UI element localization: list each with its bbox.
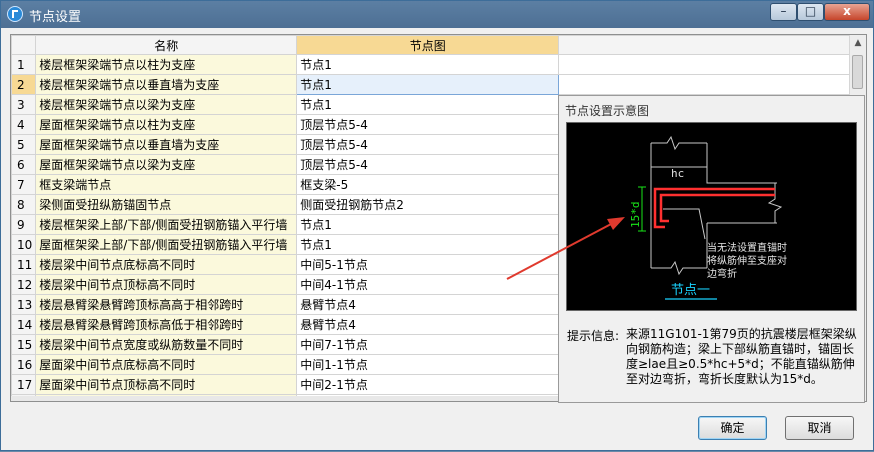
close-button[interactable]: x <box>824 3 870 21</box>
row-number: 8 <box>11 194 37 215</box>
row-node[interactable]: 中间7-1节点 <box>296 334 560 355</box>
row-name: 楼层框架梁端节点以梁为支座 <box>35 94 298 115</box>
row-name: 楼层框架梁端节点以柱为支座 <box>35 54 298 75</box>
window-title: 节点设置 <box>29 10 82 25</box>
row-number: 2 <box>11 74 37 95</box>
row-name: 屋面框架梁端节点以梁为支座 <box>35 154 298 175</box>
row-name: 屋面梁中间节点顶标高不同时 <box>35 374 298 395</box>
node-preview-panel: 节点设置示意图 hc 15*d 当无法设置直锚时 将纵筋伸至支座对 边弯折 节点… <box>558 95 865 403</box>
break-line-bottom <box>651 260 707 276</box>
row-number: 17 <box>11 374 37 395</box>
row-node[interactable]: 中间1-1节点 <box>296 354 560 375</box>
row-name: 楼层框架梁上部/下部/侧面受扭钢筋锚入平行墙 <box>35 214 298 235</box>
row-name: 屋面框架梁端节点以柱为支座 <box>35 114 298 135</box>
row-number: 12 <box>11 274 37 295</box>
row-node[interactable]: 节点1 <box>296 234 560 255</box>
row-number: 7 <box>11 174 37 195</box>
bottom-rebar <box>659 193 775 223</box>
row-name: 屋面框架梁端节点以垂直墙为支座 <box>35 134 298 155</box>
row-number: 15 <box>11 334 37 355</box>
row-name: 楼层梁中间节点顶标高不同时 <box>35 274 298 295</box>
row-name: 楼层框架梁端节点以垂直墙为支座 <box>35 74 298 95</box>
minimize-button[interactable]: – <box>770 3 797 21</box>
table-header-row: 名称 节点图 <box>11 35 853 55</box>
empty-column-header <box>558 35 853 55</box>
row-number: 1 <box>11 54 37 75</box>
row-node[interactable]: 侧面受扭钢筋节点2 <box>296 194 560 215</box>
row-blank <box>558 74 853 95</box>
row-node[interactable]: 中间5-1节点 <box>296 254 560 275</box>
app-logo-icon <box>7 6 23 22</box>
node-column-header[interactable]: 节点图 <box>296 35 560 55</box>
row-number: 6 <box>11 154 37 175</box>
node-diagram-svg: hc 15*d 当无法设置直锚时 将纵筋伸至支座对 边弯折 节点一 <box>629 135 787 300</box>
index-header <box>11 35 37 55</box>
row-node[interactable]: 顶层节点5-4 <box>296 114 560 135</box>
row-number: 13 <box>11 294 37 315</box>
row-name: 屋面框架梁上部/下部/侧面受扭钢筋锚入平行墙 <box>35 234 298 255</box>
row-blank <box>558 54 853 75</box>
title-bar[interactable]: 节点设置 – □ x <box>1 1 873 28</box>
row-number: 3 <box>11 94 37 115</box>
row-node[interactable]: 框支梁-5 <box>296 174 560 195</box>
row-node[interactable]: 悬臂节点4 <box>296 314 560 335</box>
row-name: 楼层梁中间节点底标高不同时 <box>35 254 298 275</box>
note-leader-line <box>663 208 706 240</box>
row-name: 梁侧面受扭纵筋锚固节点 <box>35 194 298 215</box>
row-name: 楼层梁中间节点宽度或纵筋数量不同时 <box>35 334 298 355</box>
row-node[interactable]: 中间2-1节点 <box>296 374 560 395</box>
info-label: 提示信息: <box>567 329 620 343</box>
row-node[interactable]: 节点1 <box>296 74 560 95</box>
diagram-note-line-1: 当无法设置直锚时 <box>707 241 787 254</box>
row-number: 11 <box>11 254 37 275</box>
row-number: 14 <box>11 314 37 335</box>
row-node[interactable]: 节点1 <box>296 94 560 115</box>
break-line-top <box>651 135 707 151</box>
row-name: 屋面梁中间节点底标高不同时 <box>35 354 298 375</box>
row-name: 楼层悬臂梁悬臂跨顶标高低于相邻跨时 <box>35 314 298 335</box>
diagram-note-line-3: 边弯折 <box>707 267 737 280</box>
cancel-button[interactable]: 取消 <box>785 416 854 440</box>
row-number: 5 <box>11 134 37 155</box>
name-column-header[interactable]: 名称 <box>35 35 298 55</box>
row-name: 楼层悬臂梁悬臂跨顶标高高于相邻跨时 <box>35 294 298 315</box>
row-number: 9 <box>11 214 37 235</box>
diagram-caption: 节点一 <box>671 283 710 298</box>
maximize-button[interactable]: □ <box>797 3 824 21</box>
row-node[interactable]: 节点1 <box>296 214 560 235</box>
hc-dimension-label: hc <box>671 167 684 180</box>
node-diagram: hc 15*d 当无法设置直锚时 将纵筋伸至支座对 边弯折 节点一 <box>566 122 857 311</box>
scroll-thumb[interactable] <box>852 55 863 89</box>
15d-dimension-label: 15*d <box>629 202 642 229</box>
table-row[interactable]: 2 楼层框架梁端节点以垂直墙为支座 节点1 <box>11 74 853 95</box>
row-number: 10 <box>11 234 37 255</box>
diagram-note-line-2: 将纵筋伸至支座对 <box>707 254 787 267</box>
row-node[interactable]: 中间4-1节点 <box>296 274 560 295</box>
row-node[interactable]: 悬臂节点4 <box>296 294 560 315</box>
row-node[interactable]: 节点1 <box>296 54 560 75</box>
table-row[interactable]: 1 楼层框架梁端节点以柱为支座 节点1 <box>11 54 853 75</box>
row-node[interactable]: 顶层节点5-4 <box>296 154 560 175</box>
ok-button[interactable]: 确定 <box>698 416 767 440</box>
node-settings-window: 节点设置 – □ x 名称 节点图 1 楼层框架梁端节点以柱为支座 节点1 2 楼层框架… <box>0 0 874 451</box>
info-text: 来源11G101-1第79页的抗震楼层框架梁纵向钢筋构造；梁上下部纵筋直锚时，锚… <box>626 327 857 386</box>
preview-title: 节点设置示意图 <box>565 104 650 118</box>
scroll-up-icon[interactable]: ▲ <box>850 35 866 52</box>
row-number: 16 <box>11 354 37 375</box>
row-name: 框支梁端节点 <box>35 174 298 195</box>
row-node[interactable]: 顶层节点5-4 <box>296 134 560 155</box>
row-number: 4 <box>11 114 37 135</box>
